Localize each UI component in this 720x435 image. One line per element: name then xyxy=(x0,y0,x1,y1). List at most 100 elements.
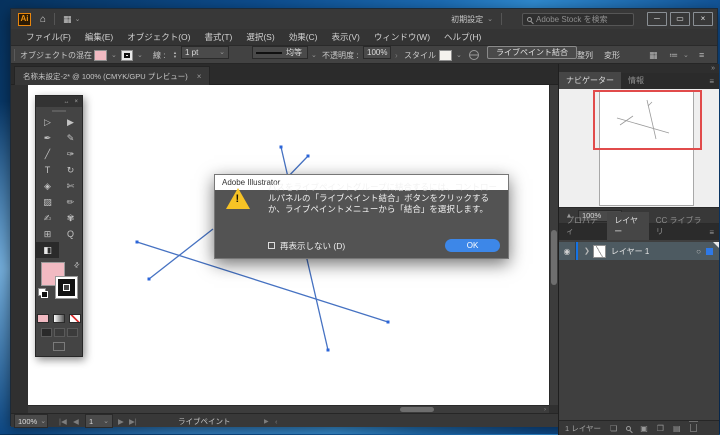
tab-properties[interactable]: プロパティ xyxy=(559,212,607,240)
menu-item[interactable]: 効果(C) xyxy=(282,31,325,43)
vertical-scrollbar[interactable] xyxy=(549,85,558,405)
profile-chevron-icon[interactable]: ⌄ xyxy=(311,46,317,64)
tool-artboard-icon[interactable]: ⊞ xyxy=(36,226,59,242)
gradient-button[interactable] xyxy=(53,314,65,323)
delete-layer-icon[interactable] xyxy=(688,421,698,432)
tool-shaper-icon[interactable]: ✍ xyxy=(36,210,59,226)
next-artboard-icon[interactable]: ▶ xyxy=(118,414,124,428)
vertical-scrollbar-thumb[interactable] xyxy=(551,230,557,285)
last-artboard-icon[interactable]: ▶| xyxy=(129,414,137,428)
layer-thumbnail[interactable] xyxy=(592,244,606,258)
default-fill-stroke-icon[interactable] xyxy=(38,288,48,298)
home-icon[interactable]: ⌂ xyxy=(40,14,46,25)
menu-item[interactable]: 編集(E) xyxy=(78,31,120,43)
panel-close-icon[interactable]: × xyxy=(74,99,78,105)
dock-arrows-icon[interactable]: ↔ xyxy=(63,99,69,105)
collect-for-export-icon[interactable]: ❏ xyxy=(610,424,617,433)
adobe-stock-search-input[interactable]: Adobe Stock を検索 xyxy=(522,12,634,26)
artboard-number-field[interactable]: 1 ⌄ xyxy=(85,414,113,428)
live-paint-merge-button[interactable]: ライブペイント結合 xyxy=(487,46,577,59)
window-minimize-button[interactable]: ─ xyxy=(647,12,667,26)
distribute-icon[interactable]: ≔ xyxy=(669,46,678,64)
tool-line-segment-icon[interactable]: ╱ xyxy=(36,146,59,162)
workspace-switcher[interactable]: 初期設定 ⌄ xyxy=(451,14,493,25)
menu-item[interactable]: ファイル(F) xyxy=(19,31,78,43)
layers-menu-icon[interactable]: ≡ xyxy=(709,226,714,240)
opacity-field[interactable]: 100% xyxy=(363,46,391,59)
transform-menu-button[interactable]: 変形 xyxy=(604,46,620,64)
new-sublayer-icon[interactable]: ❐ xyxy=(657,424,664,433)
tab-navigator[interactable]: ナビゲーター xyxy=(559,72,621,89)
tool-selection-icon[interactable]: ▶ xyxy=(59,114,82,130)
align-menu-button[interactable]: 整列 xyxy=(577,46,593,64)
layer-expand-icon[interactable]: ❯ xyxy=(584,247,590,255)
ok-button[interactable]: OK xyxy=(445,239,500,252)
layer-name[interactable]: レイヤー 1 xyxy=(611,246,649,257)
tab-cc-libraries[interactable]: CC ライブラリ xyxy=(649,212,710,240)
menu-item[interactable]: ヘルプ(H) xyxy=(437,31,488,43)
anchor-point[interactable] xyxy=(135,240,139,244)
layer-selection-indicator[interactable] xyxy=(706,247,713,255)
anchor-point[interactable] xyxy=(306,154,310,158)
collapse-panels-icon[interactable]: » xyxy=(711,65,715,72)
menu-item[interactable]: 書式(T) xyxy=(197,31,239,43)
edit-toolbar-icon[interactable]: · · · xyxy=(36,354,82,363)
tool-zoom-icon[interactable]: Q xyxy=(59,226,82,242)
tool-live-paint-bucket-icon[interactable]: ◧ xyxy=(36,242,59,258)
status-back-icon[interactable]: ‹ xyxy=(275,414,278,428)
style-swatch[interactable] xyxy=(439,46,452,64)
draw-normal-button[interactable] xyxy=(40,328,52,337)
fill-color-swatch[interactable] xyxy=(94,46,107,64)
anchor-point[interactable] xyxy=(279,145,283,149)
layer-target-icon[interactable]: ○ xyxy=(696,247,701,256)
navigator-view-box[interactable] xyxy=(593,90,702,150)
navigator-menu-icon[interactable]: ≡ xyxy=(709,75,714,89)
tab-close-icon[interactable]: × xyxy=(197,72,202,81)
color-button[interactable] xyxy=(37,314,49,323)
stroke-profile-dropdown[interactable]: 均等 xyxy=(252,46,308,59)
navigator-preview[interactable] xyxy=(559,89,719,207)
draw-behind-button[interactable] xyxy=(53,328,65,337)
stroke-chevron-icon[interactable]: ⌄ xyxy=(137,46,143,64)
make-clipping-mask-icon[interactable]: ▣ xyxy=(640,424,648,433)
arrange-documents-button[interactable]: ▦ ⌄ xyxy=(63,14,80,25)
tool-type-icon[interactable]: T xyxy=(36,162,59,178)
document-tab[interactable]: 名称未設定-2* @ 100% (CMYK/GPU プレビュー) × xyxy=(14,66,211,85)
distribute-chevron-icon[interactable]: ⌄ xyxy=(683,46,689,64)
dont-show-again-checkbox[interactable] xyxy=(268,242,275,249)
tool-gradient-icon[interactable]: ▨ xyxy=(36,194,59,210)
status-flyout-icon[interactable]: ▶ xyxy=(264,414,269,428)
tool-eraser-icon[interactable]: ◈ xyxy=(36,178,59,194)
first-artboard-icon[interactable]: |◀ xyxy=(59,414,67,428)
style-chevron-icon[interactable]: ⌄ xyxy=(456,46,462,64)
menu-item[interactable]: 表示(V) xyxy=(325,31,367,43)
tool-symbol-sprayer-icon[interactable]: ✾ xyxy=(59,210,82,226)
tab-layers[interactable]: レイヤー xyxy=(607,212,649,240)
menu-item[interactable]: オブジェクト(O) xyxy=(120,31,197,43)
new-layer-icon[interactable]: ▤ xyxy=(673,424,681,433)
anchor-point[interactable] xyxy=(386,320,390,324)
path-segment[interactable] xyxy=(148,228,214,280)
screen-mode-button[interactable] xyxy=(53,342,65,351)
draw-inside-button[interactable] xyxy=(66,328,78,337)
stroke-color-indicator[interactable] xyxy=(55,276,78,299)
stroke-color-swatch[interactable] xyxy=(121,46,133,64)
tab-info[interactable]: 情報 xyxy=(621,72,651,89)
horizontal-scrollbar[interactable]: › xyxy=(28,405,549,413)
horizontal-scrollbar-thumb[interactable] xyxy=(400,407,434,412)
window-maximize-button[interactable]: ▭ xyxy=(670,12,690,26)
tools-panel-header[interactable]: ↔ × xyxy=(36,96,82,107)
zoom-level-field[interactable]: 100% ⌄ xyxy=(14,414,48,428)
locate-object-icon[interactable] xyxy=(626,425,632,431)
tool-pen-icon[interactable]: ✒ xyxy=(36,130,59,146)
tool-eyedropper-icon[interactable]: ✏ xyxy=(59,194,82,210)
prev-artboard-icon[interactable]: ◀ xyxy=(73,414,79,428)
fill-chevron-icon[interactable]: ⌄ xyxy=(111,46,117,64)
swap-fill-stroke-icon[interactable]: ⇄ xyxy=(72,260,82,270)
window-close-button[interactable]: × xyxy=(693,12,713,26)
align-objects-icon[interactable]: ▦ xyxy=(649,46,658,64)
menu-item[interactable]: 選択(S) xyxy=(239,31,281,43)
anchor-point[interactable] xyxy=(326,348,330,352)
tools-drag-handle[interactable] xyxy=(36,107,82,114)
menu-item[interactable]: ウィンドウ(W) xyxy=(367,31,437,43)
